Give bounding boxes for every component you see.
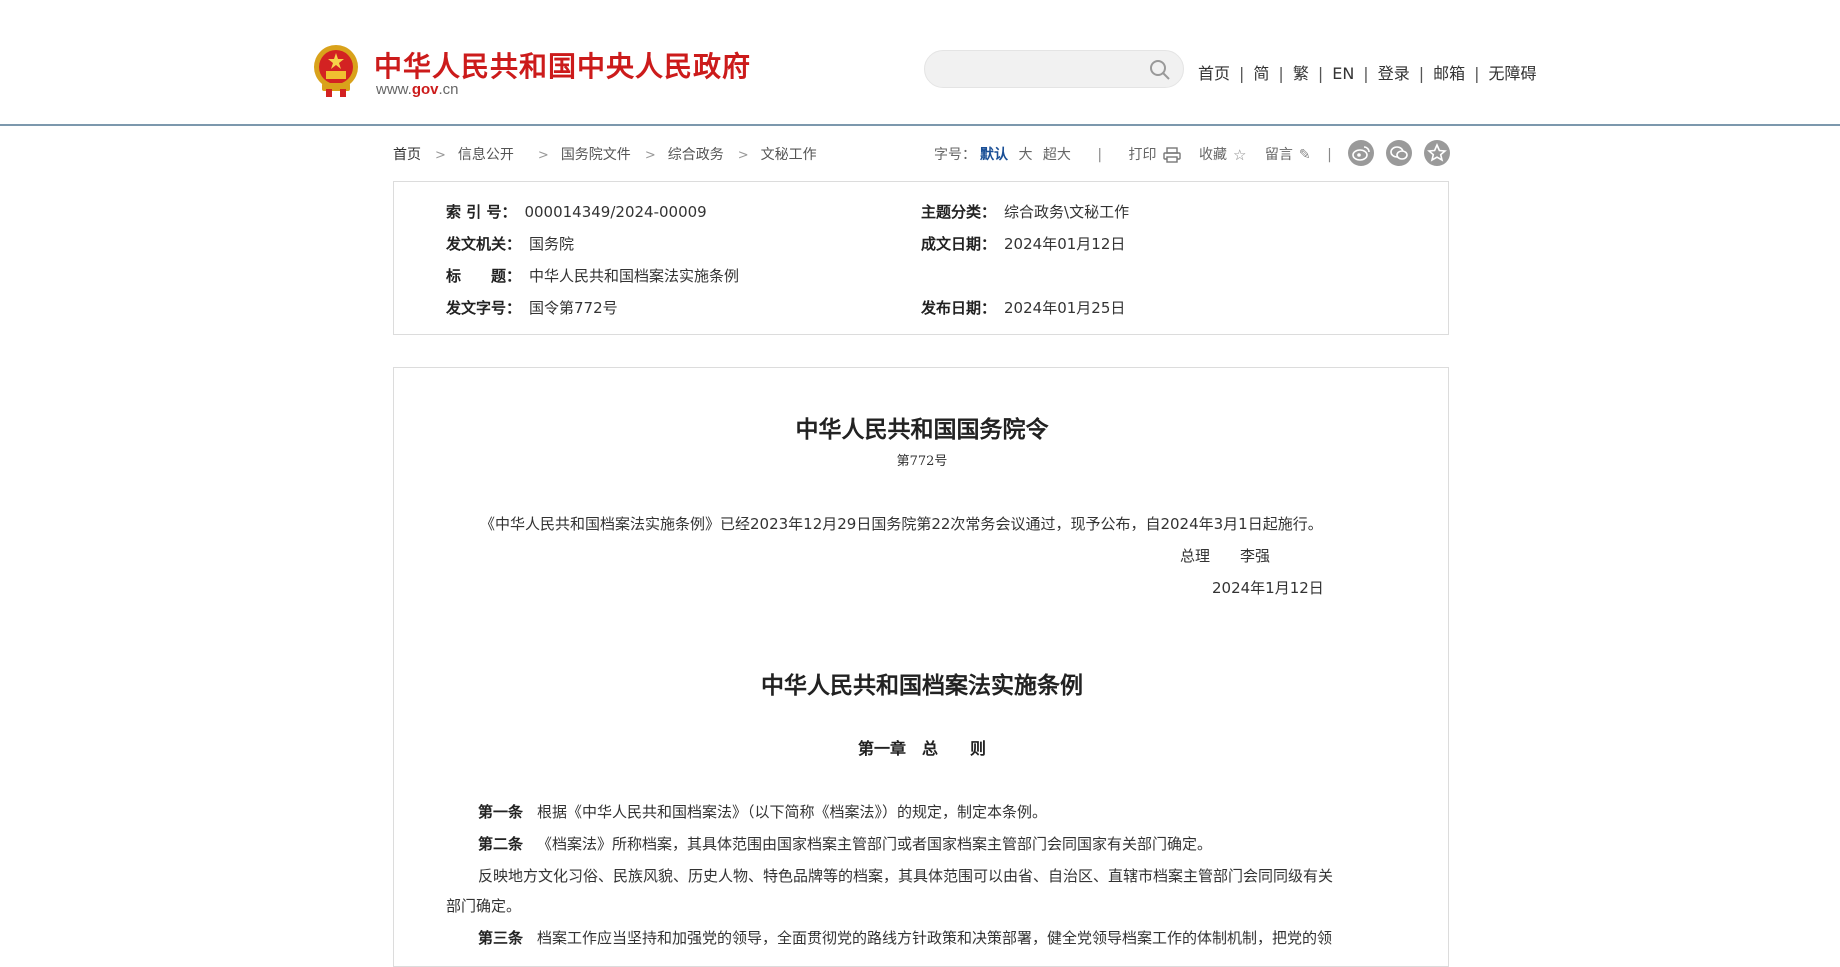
nav-separator: | bbox=[1239, 64, 1245, 83]
meta-title-value: 中华人民共和国档案法实施条例 bbox=[529, 267, 740, 285]
meta-index-value: 000014349/2024-00009 bbox=[524, 203, 707, 221]
premier-signature: 总理 李强 bbox=[1180, 545, 1270, 566]
comment-button[interactable]: 留言 ✎ bbox=[1265, 147, 1311, 163]
national-emblem-icon bbox=[314, 45, 358, 97]
meta-index: 索 引 号： 000014349/2024-00009 bbox=[446, 201, 707, 222]
document-meta: 索 引 号： 000014349/2024-00009 主题分类： 综合政务\文秘工… bbox=[393, 181, 1449, 335]
search-input[interactable] bbox=[941, 57, 1135, 83]
article-2-text: 《档案法》所称档案，其具体范围由国家档案主管部门或者国家档案主管部门会同国家有关… bbox=[537, 835, 1213, 853]
nav-separator: | bbox=[1474, 64, 1480, 83]
chapter-heading: 第一章 总 则 bbox=[857, 739, 986, 758]
breadcrumb-item[interactable]: 综合政务 bbox=[668, 147, 724, 163]
wechat-share-icon[interactable] bbox=[1386, 140, 1412, 166]
chevron-right-icon: > bbox=[537, 148, 549, 163]
print-button[interactable]: 打印 bbox=[1129, 147, 1181, 163]
meta-published-date: 发布日期： 2024年01月25日 bbox=[921, 297, 1125, 318]
favorite-button[interactable]: 收藏 ☆ bbox=[1198, 146, 1247, 164]
url-prefix: www. bbox=[376, 81, 412, 98]
nav-login[interactable]: 登录 bbox=[1378, 64, 1410, 83]
font-size-label: 字号： bbox=[934, 147, 976, 163]
meta-docno-label: 发文字号： bbox=[446, 299, 522, 317]
chevron-right-icon: > bbox=[435, 148, 446, 163]
breadcrumb-home[interactable]: 首页 bbox=[393, 147, 421, 163]
nav-home[interactable]: 首页 bbox=[1198, 64, 1230, 83]
star-icon: ☆ bbox=[1232, 146, 1247, 164]
article-1: 第一条 根据《中华人民共和国档案法》（以下简称《档案法》）的规定，制定本条例。 bbox=[478, 801, 1047, 822]
article-3-label: 第三条 bbox=[478, 929, 524, 947]
article-3: 第三条 档案工作应当坚持和加强党的领导，全面贯彻党的路线方针政策和决策部署，健全党… bbox=[478, 927, 1332, 948]
article-tools: 字号： 默认 大 超大 | 打印 收藏 ☆ 留言 ✎ | bbox=[934, 144, 1344, 164]
breadcrumb-item[interactable]: 文秘工作 bbox=[761, 147, 817, 163]
nav-separator: | bbox=[1418, 64, 1425, 83]
meta-title-label: 标 题： bbox=[446, 267, 522, 285]
meta-issuer: 发文机关： 国务院 bbox=[446, 233, 574, 254]
sign-date: 2024年1月12日 bbox=[1212, 579, 1324, 597]
meta-topic: 主题分类： 综合政务\文秘工作 bbox=[921, 201, 1129, 222]
top-nav: 首页 | 简 | 繁 | EN | 登录 | 邮箱 | 无障碍 bbox=[1198, 60, 1537, 84]
search-icon[interactable] bbox=[1149, 59, 1171, 81]
article-2-para-2: 反映地方文化习俗、民族风貌、历史人物、特色品牌等的档案，其具体范围可以由省、自治… bbox=[478, 867, 1334, 885]
site-header: 中华人民共和国中央人民政府 www.gov.cn 首页 | 简 | 繁 | EN | 登录 | 邮箱… bbox=[0, 0, 1840, 126]
meta-written-date: 成文日期： 2024年01月12日 bbox=[921, 233, 1125, 254]
nav-mail[interactable]: 邮箱 bbox=[1433, 64, 1465, 83]
breadcrumb: 首页 > 信息公开 > 国务院文件 > 综合政务 > 文秘工作 bbox=[393, 144, 817, 164]
printer-icon bbox=[1162, 147, 1181, 163]
weibo-share-icon[interactable] bbox=[1348, 140, 1374, 166]
order-title: 中华人民共和国国务院令 bbox=[795, 416, 1049, 443]
meta-docno-value: 国令第772号 bbox=[529, 299, 618, 317]
article-2-label: 第二条 bbox=[478, 835, 524, 853]
nav-simplified[interactable]: 简 bbox=[1253, 64, 1269, 83]
order-number: 第772号 bbox=[896, 454, 948, 469]
article-2-para-2-cont: 部门确定。 bbox=[446, 897, 522, 915]
nav-separator: | bbox=[1317, 64, 1324, 83]
url-domain: gov bbox=[411, 81, 439, 98]
premier-name: 李强 bbox=[1240, 547, 1271, 565]
nav-traditional[interactable]: 繁 bbox=[1293, 64, 1309, 83]
pencil-icon: ✎ bbox=[1298, 147, 1311, 163]
site-url: www.gov.cn bbox=[376, 81, 459, 98]
nav-accessibility[interactable]: 无障碍 bbox=[1489, 64, 1537, 83]
site-title: 中华人民共和国中央人民政府 bbox=[374, 50, 752, 83]
article-3-text: 档案工作应当坚持和加强党的领导，全面贯彻党的路线方针政策和决策部署，健全党领导档… bbox=[537, 929, 1333, 947]
meta-written-value: 2024年01月12日 bbox=[1004, 235, 1126, 253]
meta-topic-label: 主题分类： bbox=[921, 203, 997, 221]
meta-index-label: 索 引 号： bbox=[446, 203, 517, 221]
search-box bbox=[924, 50, 1184, 88]
meta-issuer-value: 国务院 bbox=[529, 235, 575, 253]
meta-published-label: 发布日期： bbox=[921, 299, 997, 317]
tools-separator: | bbox=[1327, 147, 1332, 163]
article-2: 第二条 《档案法》所称档案，其具体范围由国家档案主管部门或者国家档案主管部门会同国… bbox=[478, 833, 1212, 854]
article-1-text: 根据《中华人民共和国档案法》（以下简称《档案法》）的规定，制定本条例。 bbox=[537, 803, 1048, 821]
breadcrumb-item[interactable]: 国务院文件 bbox=[561, 147, 631, 163]
font-size-xlarge[interactable]: 超大 bbox=[1043, 147, 1071, 163]
favorite-label: 收藏 bbox=[1198, 147, 1227, 163]
nav-separator: | bbox=[1278, 64, 1284, 83]
meta-written-label: 成文日期： bbox=[921, 235, 997, 253]
chevron-right-icon: > bbox=[644, 148, 656, 163]
chevron-right-icon: > bbox=[737, 148, 749, 163]
article-1-label: 第一条 bbox=[478, 803, 524, 821]
comment-label: 留言 bbox=[1264, 147, 1293, 163]
article-body: 中华人民共和国国务院令 第772号 《中华人民共和国档案法实施条例》已经2023… bbox=[393, 367, 1449, 967]
tools-separator: | bbox=[1097, 147, 1103, 163]
meta-topic-value: 综合政务\文秘工作 bbox=[1004, 203, 1130, 221]
font-size-large[interactable]: 大 bbox=[1018, 147, 1032, 163]
regulation-title: 中华人民共和国档案法实施条例 bbox=[761, 672, 1083, 699]
nav-separator: | bbox=[1363, 64, 1369, 83]
order-intro: 《中华人民共和国档案法实施条例》已经2023年12月29日国务院第22次常务会议… bbox=[480, 515, 1323, 533]
breadcrumb-item[interactable]: 信息公开 bbox=[458, 147, 514, 163]
meta-docno: 发文字号： 国令第772号 bbox=[446, 297, 618, 318]
nav-english[interactable]: EN bbox=[1332, 64, 1354, 83]
meta-title: 标 题： 中华人民共和国档案法实施条例 bbox=[446, 265, 739, 286]
premier-title: 总理 bbox=[1180, 547, 1211, 565]
url-suffix: .cn bbox=[438, 81, 459, 98]
print-label: 打印 bbox=[1128, 147, 1157, 163]
meta-issuer-label: 发文机关： bbox=[446, 235, 522, 253]
font-size-default[interactable]: 默认 bbox=[980, 147, 1008, 163]
qzone-share-icon[interactable] bbox=[1424, 140, 1450, 166]
meta-published-value: 2024年01月25日 bbox=[1004, 299, 1126, 317]
